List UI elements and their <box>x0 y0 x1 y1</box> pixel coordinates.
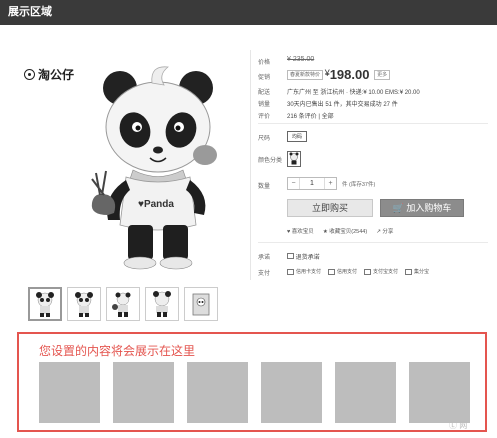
brand-mark-icon <box>24 69 35 80</box>
buy-now-button[interactable]: 立即购买 <box>287 199 373 217</box>
brand-name: 淘公仔 <box>38 68 75 82</box>
panel-title: 展示区域 <box>8 6 52 18</box>
payment-method-label: 信用卡支付 <box>296 269 322 275</box>
more-promo-chip[interactable]: 更多 <box>374 69 391 80</box>
payment-method: 信用支付 <box>328 268 357 275</box>
panda-thumbnail-icon <box>153 291 171 317</box>
share-label: 分享 <box>382 229 394 235</box>
color-option[interactable] <box>287 151 301 167</box>
panda-thumbnail-icon <box>75 292 93 317</box>
qty-label: 数量 <box>258 184 271 190</box>
showcase-slot <box>261 362 322 423</box>
panda-thumbnail-icon <box>36 292 54 317</box>
share-action[interactable]: ↗ 分享 <box>376 227 393 235</box>
thumbnail-3[interactable] <box>106 287 140 321</box>
credit-card-icon <box>287 268 294 275</box>
service-label: 承诺 <box>258 255 271 261</box>
collect-action[interactable]: ★ 收藏宝贝(2544) <box>323 227 367 235</box>
payment-method-label: 信用支付 <box>337 269 358 275</box>
promo-label: 促销 <box>258 75 271 81</box>
showcase-slot <box>113 362 174 423</box>
add-to-cart-button[interactable]: 🛒 加入购物车 <box>380 199 464 217</box>
rating-text[interactable]: 216 条评价 | 全部 <box>287 111 334 120</box>
brand-logo: 淘公仔 <box>24 66 74 83</box>
showcase-slot <box>39 362 100 423</box>
promo-price-row: 春夏新款特价 ¥198.00 更多 <box>287 67 391 82</box>
showcase-title: 您设置的内容将会展示在这里 <box>39 344 196 358</box>
column-divider <box>250 50 251 280</box>
size-option[interactable]: 均码 <box>287 131 307 142</box>
qty-minus-button[interactable]: − <box>288 178 299 189</box>
price-label: 价格 <box>258 60 271 66</box>
favorite-label: 喜欢宝贝 <box>291 229 314 235</box>
payment-method: 集分宝 <box>405 268 429 275</box>
svg-text:♥Panda: ♥Panda <box>138 199 174 210</box>
showcase-area: 您设置的内容将会展示在这里 <box>17 332 487 432</box>
quantity-stepper: − 1 + <box>287 177 337 190</box>
alipay-icon <box>364 268 372 275</box>
product-main-image: ♥Panda <box>91 66 217 270</box>
panda-swatch-icon <box>289 152 299 165</box>
showcase-slot <box>187 362 248 423</box>
showcase-slot <box>409 362 470 423</box>
product-actions: ♥ 喜欢宝贝 ★ 收藏宝贝(2544) ↗ 分享 <box>287 227 393 235</box>
sales-label: 销量 <box>258 102 271 108</box>
collect-label: 收藏宝贝(2544) <box>329 229 368 235</box>
payment-method-label: 集分宝 <box>414 269 430 275</box>
info-divider-2 <box>258 242 488 243</box>
panda-thumbnail-icon <box>112 292 131 317</box>
points-icon <box>405 268 413 275</box>
favorite-action[interactable]: ♥ 喜欢宝贝 <box>287 227 314 235</box>
thumbnail-strip <box>28 287 218 321</box>
thumbnail-5[interactable] <box>184 287 218 321</box>
thumbnail-4[interactable] <box>145 287 179 321</box>
shipping-text: 广东广州 至 浙江杭州 · 快递:¥ 10.00 EMS:¥ 20.00 <box>287 90 420 96</box>
payment-methods: 信用卡支付 信用支付 支付宝支付 集分宝 <box>287 268 429 275</box>
stock-text: 件 (库存37件) <box>342 182 376 188</box>
original-price: ¥ 235.00 <box>287 56 315 63</box>
size-label: 尺码 <box>258 136 271 142</box>
payment-label: 支付 <box>258 271 271 277</box>
showcase-slots <box>39 362 470 423</box>
service-icon <box>287 253 294 259</box>
showcase-slot <box>335 362 396 423</box>
service-value: 退货承诺 <box>295 255 320 261</box>
qty-input[interactable]: 1 <box>299 178 325 189</box>
credit-pay-icon <box>328 268 336 275</box>
thumbnail-2[interactable] <box>67 287 101 321</box>
watermark: Ⓛ 网 <box>449 421 468 430</box>
payment-method: 信用卡支付 <box>287 268 321 275</box>
payment-method-label: 支付宝支付 <box>373 269 399 275</box>
box-thumbnail-icon <box>192 293 210 316</box>
info-divider <box>258 123 488 124</box>
promo-price: 198.00 <box>329 67 370 82</box>
rating-label: 评价 <box>258 114 271 120</box>
service-text: 退货承诺 <box>287 252 320 261</box>
color-label: 颜色分类 <box>258 158 283 164</box>
sales-text: 30天内已售出 51 件，其中交易成功 27 件 <box>287 102 398 108</box>
shipping-label: 配送 <box>258 90 271 96</box>
add-to-cart-label: 加入购物车 <box>406 203 452 213</box>
payment-method: 支付宝支付 <box>364 268 398 275</box>
thumbnail-1[interactable] <box>28 287 62 321</box>
promo-tag: 春夏新款特价 <box>287 69 324 80</box>
qty-plus-button[interactable]: + <box>325 178 336 189</box>
panel-header: 展示区域 <box>0 0 497 25</box>
